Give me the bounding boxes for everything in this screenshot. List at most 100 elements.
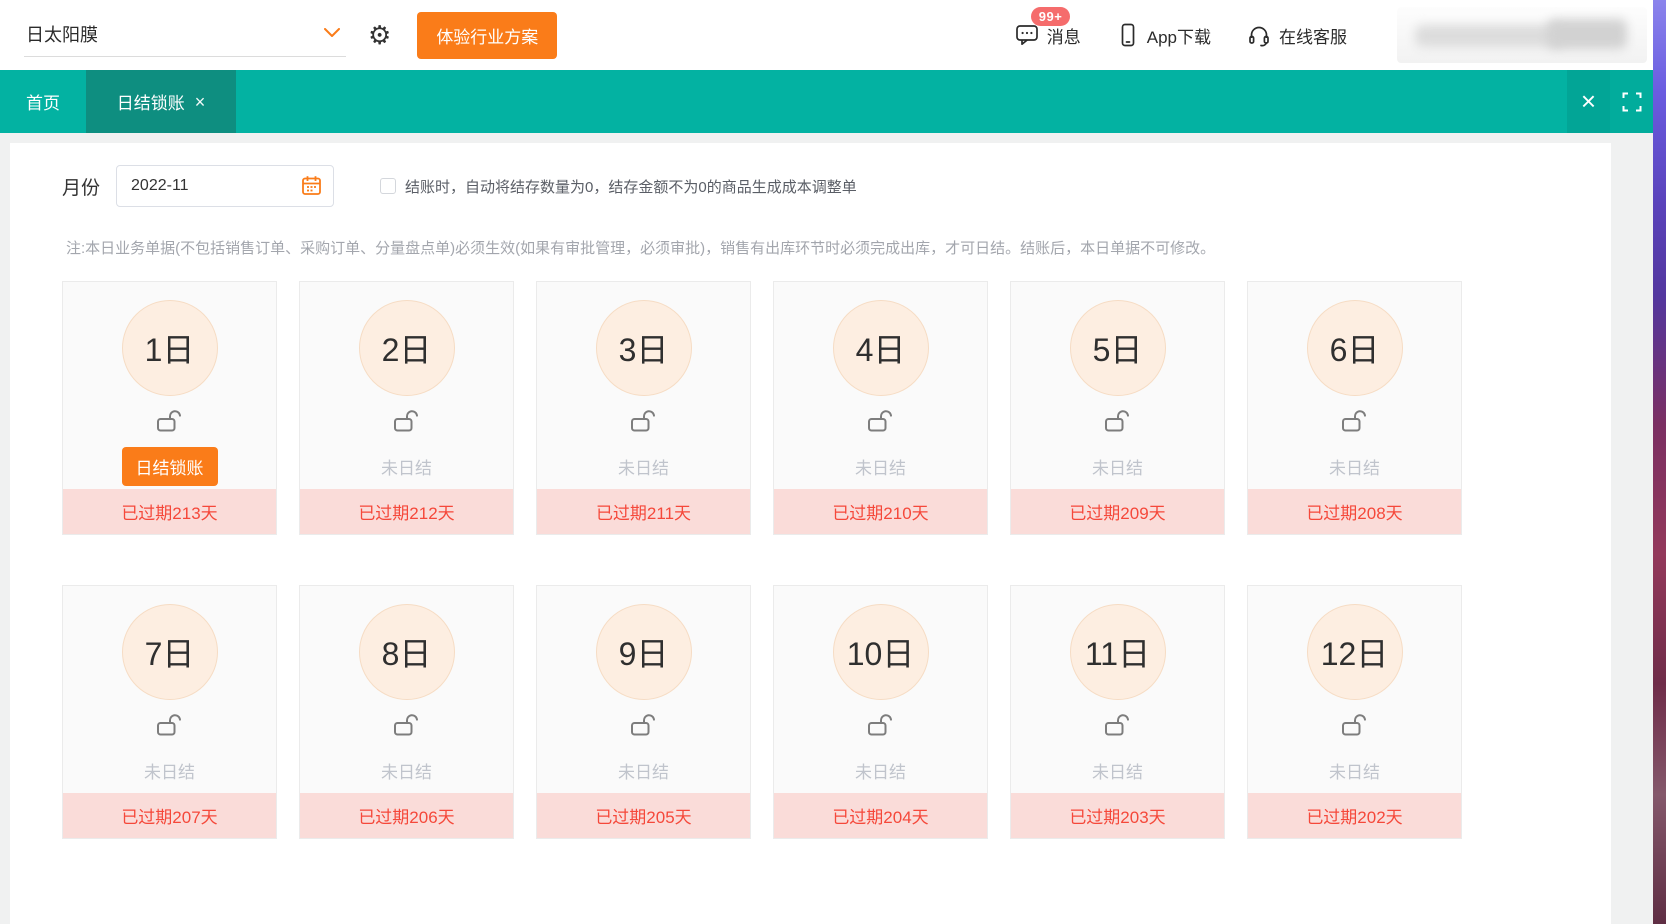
unsettled-status-text: 未日结 bbox=[855, 758, 906, 783]
unsettled-status-text: 未日结 bbox=[618, 758, 669, 783]
day-card-body: 12日 未日结 bbox=[1248, 586, 1461, 793]
messages-label: 消息 bbox=[1047, 23, 1081, 48]
checkbox-unchecked[interactable] bbox=[380, 178, 396, 194]
day-number: 11日 bbox=[1085, 629, 1150, 675]
day-card: 2日 未日结 已过期212天 bbox=[299, 281, 514, 535]
expired-badge: 已过期206天 bbox=[300, 793, 513, 838]
day-status-area: 未日结 bbox=[381, 752, 432, 788]
tab-daily-settlement-label: 日结锁账 bbox=[117, 89, 185, 114]
company-name: 日太阳膜 bbox=[26, 21, 98, 47]
unsettled-status-text: 未日结 bbox=[618, 454, 669, 479]
day-circle: 3日 bbox=[596, 300, 692, 396]
day-card: 4日 未日结 已过期210天 bbox=[773, 281, 988, 535]
day-number: 5日 bbox=[1093, 325, 1143, 371]
auto-adjust-option: 结账时，自动将结存数量为0，结存金额不为0的商品生成成本调整单 bbox=[380, 176, 857, 197]
day-status-area: 日结锁账 bbox=[122, 448, 218, 484]
open-padlock-icon bbox=[865, 710, 897, 743]
day-card-body: 3日 未日结 bbox=[537, 282, 750, 489]
day-status-area: 未日结 bbox=[1329, 448, 1380, 484]
day-card-body: 9日 未日结 bbox=[537, 586, 750, 793]
day-circle: 12日 bbox=[1307, 604, 1403, 700]
expired-badge: 已过期209天 bbox=[1011, 489, 1224, 534]
day-number: 9日 bbox=[619, 629, 669, 675]
open-padlock-icon bbox=[628, 710, 660, 743]
messages-button[interactable]: 消息 99+ bbox=[1015, 23, 1081, 48]
day-card-body: 8日 未日结 bbox=[300, 586, 513, 793]
tab-daily-settlement[interactable]: 日结锁账 × bbox=[86, 70, 236, 133]
chevron-down-icon bbox=[324, 25, 340, 43]
day-card-body: 4日 未日结 bbox=[774, 282, 987, 489]
gear-icon[interactable]: ⚙ bbox=[368, 22, 391, 48]
desktop-background-strip bbox=[1653, 0, 1666, 924]
expired-badge: 已过期202天 bbox=[1248, 793, 1461, 838]
fullscreen-icon[interactable] bbox=[1610, 70, 1653, 133]
expired-badge: 已过期208天 bbox=[1248, 489, 1461, 534]
calendar-icon[interactable] bbox=[301, 175, 322, 201]
main-panel: 月份 结账时，自动将结存数量为0，结存金额不为0的商品生成成本调整单 bbox=[10, 143, 1611, 924]
chat-bubble-icon bbox=[1015, 23, 1039, 47]
expired-badge: 已过期203天 bbox=[1011, 793, 1224, 838]
online-service-button[interactable]: 在线客服 bbox=[1247, 23, 1347, 48]
tab-close-icon[interactable]: × bbox=[195, 93, 206, 111]
day-status-area: 未日结 bbox=[1092, 752, 1143, 788]
app-download-label: App下载 bbox=[1147, 23, 1211, 48]
day-circle: 4日 bbox=[833, 300, 929, 396]
day-number: 2日 bbox=[382, 325, 432, 371]
expired-badge: 已过期207天 bbox=[63, 793, 276, 838]
online-service-label: 在线客服 bbox=[1279, 23, 1347, 48]
day-card: 11日 未日结 已过期203天 bbox=[1010, 585, 1225, 839]
expired-badge: 已过期210天 bbox=[774, 489, 987, 534]
unsettled-status-text: 未日结 bbox=[1092, 454, 1143, 479]
day-status-area: 未日结 bbox=[855, 752, 906, 788]
open-padlock-icon bbox=[628, 406, 660, 439]
day-card-grid: 1日 日结锁账 已过期213天 2日 bbox=[62, 281, 1462, 839]
tab-bar-controls: × bbox=[1567, 70, 1653, 133]
day-circle: 10日 bbox=[833, 604, 929, 700]
day-card-body: 2日 未日结 bbox=[300, 282, 513, 489]
day-number: 10日 bbox=[847, 629, 915, 675]
unsettled-status-text: 未日结 bbox=[855, 454, 906, 479]
day-card: 8日 未日结 已过期206天 bbox=[299, 585, 514, 839]
day-status-area: 未日结 bbox=[381, 448, 432, 484]
blurred-logo bbox=[1397, 7, 1647, 63]
day-card: 1日 日结锁账 已过期213天 bbox=[62, 281, 277, 535]
day-status-area: 未日结 bbox=[855, 448, 906, 484]
day-card: 10日 未日结 已过期204天 bbox=[773, 585, 988, 839]
day-circle: 2日 bbox=[359, 300, 455, 396]
company-selector[interactable]: 日太阳膜 bbox=[24, 13, 346, 57]
day-card: 7日 未日结 已过期207天 bbox=[62, 585, 277, 839]
day-card-body: 5日 未日结 bbox=[1011, 282, 1224, 489]
filter-row: 月份 结账时，自动将结存数量为0，结存金额不为0的商品生成成本调整单 bbox=[10, 143, 1611, 207]
checkbox-label: 结账时，自动将结存数量为0，结存金额不为0的商品生成成本调整单 bbox=[405, 176, 857, 197]
day-circle: 6日 bbox=[1307, 300, 1403, 396]
day-circle: 1日 bbox=[122, 300, 218, 396]
expired-badge: 已过期204天 bbox=[774, 793, 987, 838]
day-card-body: 1日 日结锁账 bbox=[63, 282, 276, 489]
expired-badge: 已过期211天 bbox=[537, 489, 750, 534]
day-circle: 8日 bbox=[359, 604, 455, 700]
day-status-area: 未日结 bbox=[1329, 752, 1380, 788]
header-right-group: 消息 99+ App下载 bbox=[1015, 7, 1653, 63]
day-number: 8日 bbox=[382, 629, 432, 675]
tab-bar: 首页 日结锁账 × × bbox=[0, 70, 1653, 133]
day-status-area: 未日结 bbox=[618, 448, 669, 484]
trial-plan-button[interactable]: 体验行业方案 bbox=[417, 12, 557, 59]
close-icon[interactable]: × bbox=[1567, 70, 1610, 133]
unsettled-status-text: 未日结 bbox=[381, 454, 432, 479]
day-number: 1日 bbox=[145, 325, 195, 371]
day-number: 4日 bbox=[856, 325, 906, 371]
day-status-area: 未日结 bbox=[1092, 448, 1143, 484]
month-picker bbox=[116, 165, 334, 207]
month-label: 月份 bbox=[62, 173, 100, 200]
app-download-button[interactable]: App下载 bbox=[1117, 23, 1211, 48]
tab-home[interactable]: 首页 bbox=[0, 70, 86, 133]
expired-badge: 已过期205天 bbox=[537, 793, 750, 838]
open-padlock-icon bbox=[391, 406, 423, 439]
daily-settle-button[interactable]: 日结锁账 bbox=[122, 447, 218, 486]
day-card: 5日 未日结 已过期209天 bbox=[1010, 281, 1225, 535]
day-circle: 9日 bbox=[596, 604, 692, 700]
day-card: 12日 未日结 已过期202天 bbox=[1247, 585, 1462, 839]
day-number: 7日 bbox=[145, 629, 195, 675]
open-padlock-icon bbox=[1339, 710, 1371, 743]
expired-badge: 已过期212天 bbox=[300, 489, 513, 534]
